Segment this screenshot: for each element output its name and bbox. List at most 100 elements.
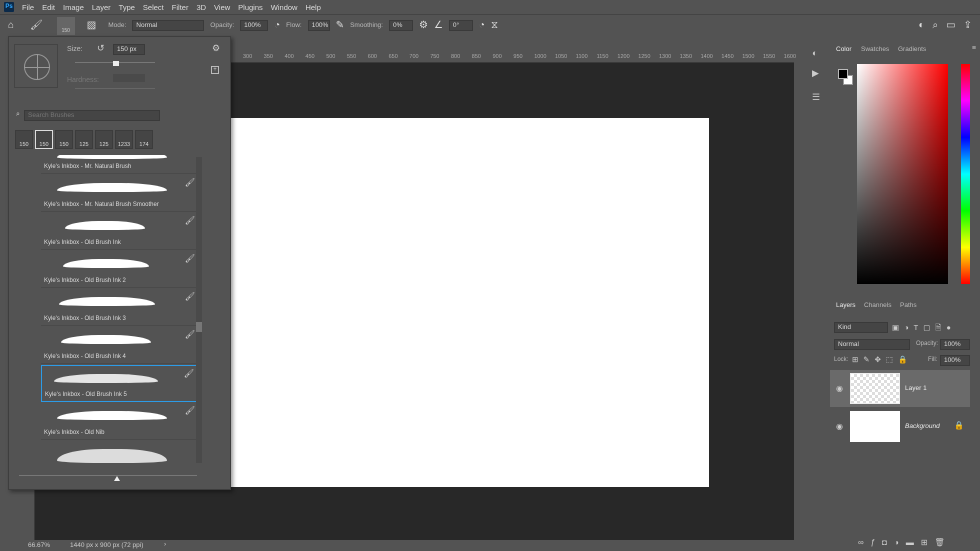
menu-layer[interactable]: Layer <box>92 3 111 12</box>
menu-select[interactable]: Select <box>143 3 164 12</box>
search-brushes-input[interactable]: Search Brushes <box>24 110 160 121</box>
size-label: Size: <box>67 46 83 53</box>
preview-size-slider[interactable] <box>19 475 197 476</box>
menu-image[interactable]: Image <box>63 3 84 12</box>
ruler-tick-label: 1050 <box>555 54 568 60</box>
menu-view[interactable]: View <box>214 3 230 12</box>
angle-field[interactable]: 0° <box>448 20 473 31</box>
adjustments-icon[interactable]: ☰ <box>812 92 820 103</box>
ruler-tick-label: 1200 <box>617 54 630 60</box>
pressure-size-icon[interactable]: ◔ <box>479 20 485 31</box>
preview-size-handle[interactable] <box>114 476 120 481</box>
menu-help[interactable]: Help <box>305 3 320 12</box>
layer-name[interactable]: Layer 1 <box>905 385 927 392</box>
brush-item[interactable]: 🖌 Kyle's Inkbox - Old Brush Ink 2 <box>41 251 197 288</box>
brush-item-selected[interactable]: 🖌 Kyle's Inkbox - Old Brush Ink 5 <box>41 365 197 402</box>
layer-filter-icons[interactable]: ▣◑T▢🗎● <box>892 322 956 335</box>
document-canvas[interactable] <box>231 118 709 487</box>
flow-field[interactable]: 100% <box>307 20 330 31</box>
recent-brush-preset[interactable]: 150 <box>55 130 73 149</box>
search-icon[interactable]: ⌕ <box>933 20 939 31</box>
ruler-tick-label: 650 <box>388 54 398 60</box>
opacity-label: Opacity: <box>916 341 939 347</box>
menu-type[interactable]: Type <box>119 3 135 12</box>
color-panel-icon[interactable]: ◐ <box>812 48 817 58</box>
zoom-level[interactable]: 66.67% <box>28 542 50 549</box>
visibility-eye-icon[interactable]: ◉ <box>836 422 843 431</box>
layer-name[interactable]: Background <box>905 423 940 430</box>
brush-settings-icon[interactable]: ▨ <box>87 20 96 31</box>
foreground-color-swatch[interactable] <box>838 69 848 79</box>
ruler-tick-label: 1550 <box>763 54 776 60</box>
workspace-icon[interactable]: ▭ <box>946 20 955 31</box>
size-field[interactable]: 150 px <box>113 44 145 55</box>
layer-opacity-field[interactable]: 100% <box>940 339 970 350</box>
fill-label: Fill: <box>928 357 938 363</box>
ruler-tick-label: 1350 <box>679 54 693 60</box>
share-export-icon[interactable]: ⇪ <box>964 20 972 31</box>
hardness-field <box>113 74 145 82</box>
brush-item[interactable] <box>41 441 197 465</box>
opacity-field[interactable]: 100% <box>240 20 269 31</box>
airbrush-icon[interactable]: ✎ <box>336 20 344 31</box>
visibility-eye-icon[interactable]: ◉ <box>836 384 843 393</box>
blend-mode-select[interactable]: Normal <box>834 339 910 350</box>
brush-item[interactable]: 🖌 Kyle's Inkbox - Old Brush Ink <box>41 213 197 250</box>
layer-row-layer-1[interactable]: ◉ Layer 1 <box>830 370 970 407</box>
brush-item[interactable]: 🖌 Kyle's Inkbox - Mr. Natural Brush Smoot… <box>41 175 197 212</box>
menu-filter[interactable]: Filter <box>172 3 189 12</box>
lock-icons[interactable]: ⊞✎✥⬚🔒 <box>852 355 912 364</box>
ruler-tick-label: 700 <box>409 54 419 60</box>
play-actions-icon[interactable]: ▶ <box>812 68 819 79</box>
reset-icon[interactable]: ↺ <box>97 43 105 54</box>
tab-paths[interactable]: Paths <box>900 302 917 309</box>
brush-item[interactable]: Kyle's Inkbox - Mr. Natural Brush <box>41 155 197 174</box>
smoothing-field[interactable]: 0% <box>388 20 413 31</box>
home-icon[interactable]: ⌂ <box>8 20 14 31</box>
mode-select[interactable]: Normal <box>132 20 205 31</box>
fill-field[interactable]: 100% <box>940 355 970 366</box>
brush-tool-icon[interactable]: 🖌 <box>30 20 43 31</box>
brush-item[interactable]: 🖌 Kyle's Inkbox - Old Brush Ink 3 <box>41 289 197 326</box>
share-icon[interactable]: ◐ <box>919 20 925 31</box>
layer-row-background[interactable]: ◉ Background 🔒 <box>830 408 970 445</box>
menu-edit[interactable]: Edit <box>42 3 55 12</box>
hue-slider[interactable] <box>961 64 970 284</box>
ruler-tick-label: 1600 <box>783 54 797 60</box>
search-icon: ⌕ <box>16 111 20 118</box>
brush-preset-picker[interactable]: 150 <box>56 16 75 35</box>
size-slider-handle[interactable] <box>113 61 119 66</box>
symmetry-icon[interactable]: ⧖ <box>491 20 498 31</box>
layer-filter-select[interactable]: Kind <box>834 322 888 333</box>
brush-item[interactable]: 🖌 Kyle's Inkbox - Old Nib <box>41 403 197 440</box>
ruler-tick-label: 500 <box>326 54 336 60</box>
lock-label: Lock: <box>834 357 849 363</box>
menu-file[interactable]: File <box>22 3 34 12</box>
recent-brush-preset[interactable]: 125 <box>95 130 113 149</box>
panel-menu-icon[interactable]: ≡ <box>972 45 976 52</box>
tab-color[interactable]: Color <box>836 46 852 53</box>
tab-channels[interactable]: Channels <box>864 302 891 309</box>
tab-layers[interactable]: Layers <box>836 302 856 309</box>
brush-item[interactable]: 🖌 Kyle's Inkbox - Old Brush Ink 4 <box>41 327 197 364</box>
new-preset-icon[interactable]: + <box>211 66 219 74</box>
recent-brush-preset[interactable]: 1233 <box>115 130 133 149</box>
recent-brush-preset[interactable]: 125 <box>75 130 93 149</box>
layer-actions-icons[interactable]: ∞ƒ◘◑▬⊞🗑 <box>858 538 952 547</box>
tab-gradients[interactable]: Gradients <box>898 46 926 53</box>
menu-plugins[interactable]: Plugins <box>238 3 263 12</box>
recent-brush-preset[interactable]: 174 <box>135 130 153 149</box>
gear-icon[interactable]: ⚙ <box>419 20 428 31</box>
document-info[interactable]: 1440 px x 900 px (72 ppi) <box>70 542 143 549</box>
gear-icon[interactable]: ⚙ <box>212 43 220 54</box>
color-field[interactable] <box>857 64 948 284</box>
menu-3d[interactable]: 3D <box>196 3 206 12</box>
tab-swatches[interactable]: Swatches <box>861 46 889 53</box>
recent-brush-preset[interactable]: 150 <box>15 130 33 149</box>
menu-window[interactable]: Window <box>271 3 298 12</box>
recent-brush-preset[interactable]: 150 <box>35 130 53 149</box>
brush-list-scrollbar[interactable] <box>196 157 202 463</box>
brush-tip-preview[interactable] <box>14 44 58 88</box>
pressure-opacity-icon[interactable]: ◔ <box>274 20 280 31</box>
status-arrow-icon[interactable]: › <box>164 541 166 548</box>
